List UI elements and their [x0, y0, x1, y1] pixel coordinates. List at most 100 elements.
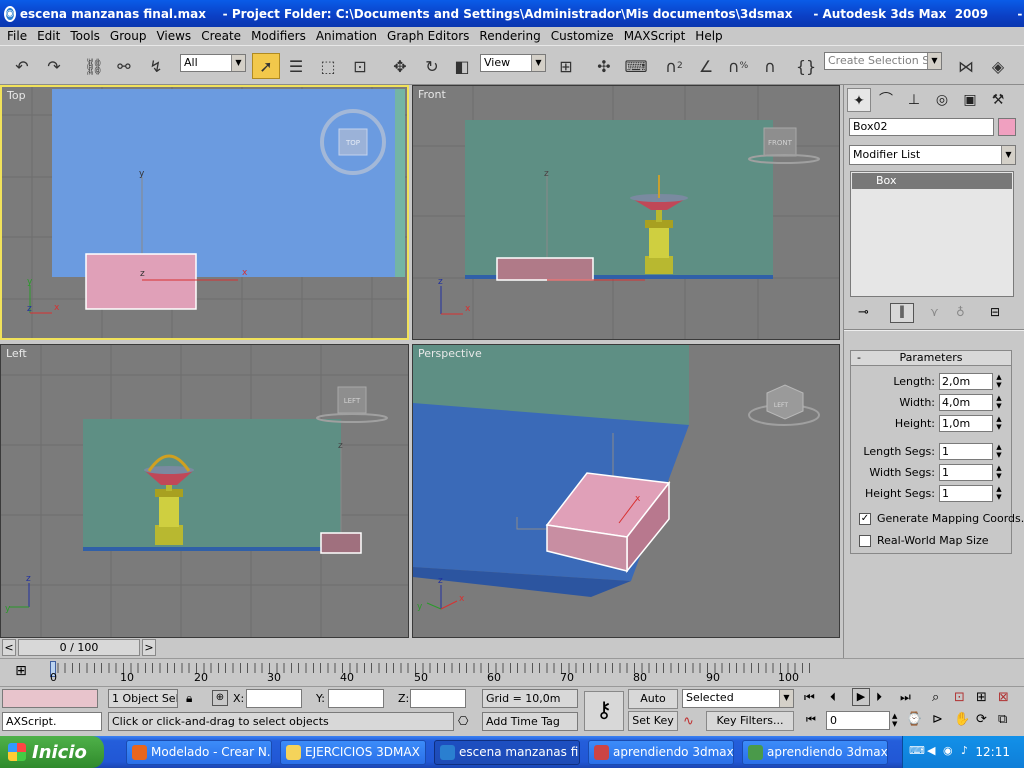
menu-graph-editors[interactable]: Graph Editors — [382, 29, 474, 43]
menu-modifiers[interactable]: Modifiers — [246, 29, 311, 43]
current-frame-field[interactable]: 0 — [826, 711, 890, 730]
display-tab[interactable]: ▣ — [958, 88, 982, 112]
show-end-result-icon[interactable]: ‖ — [890, 303, 914, 323]
3dsmax-app-icon[interactable]: ◉ — [4, 5, 16, 22]
unlink-icon[interactable]: ⚯ — [110, 53, 138, 79]
set-keys-key-icon[interactable]: ⚷ — [584, 691, 624, 731]
align-icon[interactable]: ◈ — [984, 53, 1012, 79]
pan-view-icon[interactable]: ✋ — [954, 712, 970, 727]
taskbar-item-3dsmax[interactable]: escena manzanas fi... — [434, 740, 580, 765]
spinner-arrows-icon[interactable]: ▲ ▼ — [994, 443, 1004, 460]
spinner-snap-icon[interactable]: ∩ — [756, 53, 784, 79]
key-mode-toggle-icon[interactable]: ⏮ — [806, 713, 816, 727]
keyboard-tray-icon[interactable]: ⌨ — [909, 744, 925, 757]
mirror-icon[interactable]: ⋈ — [952, 53, 980, 79]
taskbar-item-image-viewer[interactable]: aprendiendo 3dmax... — [742, 740, 888, 765]
start-button[interactable]: Inicio — [0, 736, 104, 768]
box02-selected[interactable] — [496, 257, 594, 281]
go-to-end-icon[interactable]: ⏭ — [900, 690, 911, 705]
y-coord-field[interactable] — [328, 689, 384, 708]
motion-tab[interactable]: ◎ — [930, 88, 954, 112]
height-spinner[interactable]: 1,0m — [939, 415, 993, 432]
box02-selected[interactable] — [85, 253, 197, 310]
auto-key-button[interactable]: Auto Key — [628, 689, 678, 723]
taskbar-item-firefox[interactable]: Modelado - Crear N... — [126, 740, 272, 765]
hierarchy-tab[interactable]: ⊥ — [902, 88, 926, 112]
bind-space-warp-icon[interactable]: ↯ — [142, 53, 170, 79]
previous-frame-icon[interactable]: ⏴ — [830, 690, 836, 705]
real-world-map-checkbox[interactable] — [859, 535, 871, 547]
height-segs-spinner[interactable]: 1 — [939, 485, 993, 502]
select-and-move-icon[interactable]: ✥ — [386, 53, 414, 79]
default-in-out-tangent-icon[interactable]: ∿ — [683, 714, 694, 729]
select-and-rotate-icon[interactable]: ↻ — [418, 53, 446, 79]
maximize-viewport-icon[interactable]: ⧉ — [998, 712, 1007, 727]
reference-coord-dropdown[interactable]: View ▼ — [480, 54, 546, 72]
x-coord-field[interactable] — [246, 689, 302, 708]
manipulate-icon[interactable]: ✣ — [590, 53, 618, 79]
menu-tools[interactable]: Tools — [65, 29, 105, 43]
set-key-button[interactable]: Set Key — [628, 711, 678, 731]
keyboard-shortcut-icon[interactable]: ⌨ — [622, 53, 650, 79]
redo-icon[interactable]: ↷ — [40, 53, 68, 79]
time-prev-button[interactable]: < — [2, 639, 16, 656]
time-configuration-icon[interactable]: ⌚ — [906, 712, 922, 727]
select-object-icon[interactable]: ➚ — [252, 53, 280, 79]
utilities-tab[interactable]: ⚒ — [986, 88, 1010, 112]
zoom-icon[interactable]: ⌕ — [932, 690, 939, 705]
curve-editor-mini-icon[interactable]: ⊞ — [10, 663, 32, 681]
object-color-swatch[interactable] — [998, 118, 1016, 136]
modifier-list-dropdown[interactable]: Modifier List ▼ — [849, 145, 1016, 165]
width-spinner[interactable]: 4,0m — [939, 394, 993, 411]
z-coord-field[interactable] — [410, 689, 466, 708]
spinner-arrows-icon[interactable]: ▲ ▼ — [994, 373, 1004, 390]
next-frame-icon[interactable]: ⏵ — [876, 690, 882, 705]
snaps-toggle-icon[interactable]: ∩ 2 — [660, 53, 688, 79]
select-and-link-icon[interactable]: ⛓ — [80, 53, 108, 79]
volume-tray-icon[interactable]: ♪ — [961, 744, 968, 757]
lock-selection-icon[interactable]: 🔒︎ — [186, 691, 192, 706]
menu-rendering[interactable]: Rendering — [474, 29, 545, 43]
viewport-label[interactable]: Left — [6, 347, 27, 360]
modify-tab[interactable]: ⌒ — [874, 88, 898, 112]
remove-modifier-icon[interactable]: ♁ — [956, 305, 965, 319]
spinner-arrows-icon[interactable]: ▲ ▼ — [994, 394, 1004, 411]
stack-item-box[interactable]: Box — [852, 173, 1012, 189]
zoom-extents-icon[interactable]: ⊞ — [976, 690, 987, 705]
named-selection-set-input[interactable]: Create Selection Set ▼ — [824, 52, 942, 70]
menu-file[interactable]: File — [2, 29, 32, 43]
viewport-label[interactable]: Perspective — [418, 347, 482, 360]
window-crossing-icon[interactable]: ⊡ — [346, 53, 374, 79]
spinner-arrows-icon[interactable]: ▲ ▼ — [994, 464, 1004, 481]
orbit-icon[interactable]: ⟳ — [976, 712, 987, 727]
menu-create[interactable]: Create — [196, 29, 246, 43]
play-icon[interactable]: ▶ — [852, 688, 870, 706]
go-to-start-icon[interactable]: ⏮ — [804, 690, 815, 705]
viewport-top[interactable]: Top TOP y x z y x z — [0, 85, 409, 340]
length-spinner[interactable]: 2,0m — [939, 373, 993, 390]
select-and-scale-icon[interactable]: ◧ — [448, 53, 476, 79]
width-segs-spinner[interactable]: 1 — [939, 464, 993, 481]
generate-mapping-checkbox[interactable]: ✓ — [859, 513, 871, 525]
viewport-perspective[interactable]: Perspective x LEFT z x y — [412, 344, 840, 638]
selection-filter-dropdown[interactable]: All ▼ — [180, 54, 246, 72]
menu-views[interactable]: Views — [151, 29, 196, 43]
pivot-icon[interactable]: ⊞ — [552, 53, 580, 79]
percent-snap-icon[interactable]: ∩% — [724, 53, 752, 79]
edit-named-selection-icon[interactable]: {} — [792, 53, 820, 79]
zoom-extents-all-icon[interactable]: ⊠ — [998, 690, 1009, 705]
time-slider[interactable]: 0 / 100 — [18, 639, 140, 656]
time-tag-icon[interactable]: ⎔ — [458, 714, 468, 728]
taskbar-item-folder[interactable]: EJERCICIOS 3DMAX — [280, 740, 426, 765]
create-tab[interactable]: ✦ — [847, 88, 871, 112]
maxscript-mini-listener[interactable]: AXScript. — [2, 712, 102, 731]
viewport-label[interactable]: Top — [7, 89, 26, 102]
add-time-tag-button[interactable]: Add Time Tag — [482, 712, 578, 731]
rectangular-selection-icon[interactable]: ⬚ — [314, 53, 342, 79]
viewport-front[interactable]: Front z FRONT z x — [412, 85, 840, 340]
box02-selected[interactable] — [320, 532, 362, 554]
field-of-view-icon[interactable]: ⊳ — [932, 712, 943, 727]
spinner-arrows-icon[interactable]: ▲ ▼ — [994, 415, 1004, 432]
absolute-mode-icon[interactable]: ⊕ — [212, 690, 228, 706]
configure-sets-icon[interactable]: ⊟ — [990, 305, 1000, 319]
